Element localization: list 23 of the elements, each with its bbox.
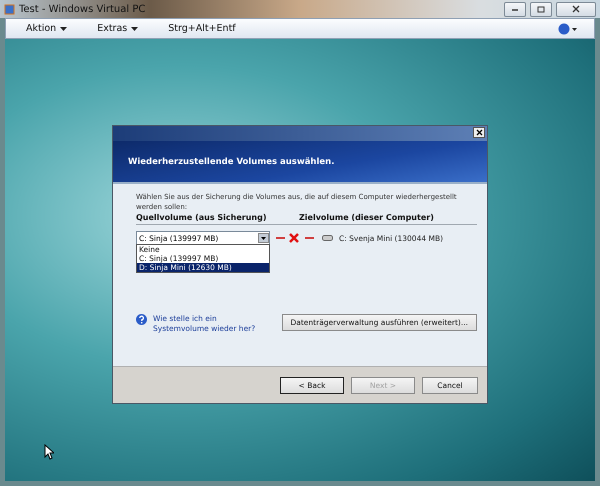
app-icon: [4, 4, 15, 14]
window-title: Test - Windows Virtual PC: [19, 4, 146, 14]
close-button[interactable]: [473, 127, 485, 138]
menu-item[interactable]: Aktion: [22, 23, 72, 34]
mouse-cursor-icon: [44, 444, 54, 460]
maximize-button[interactable]: [530, 2, 552, 16]
close-button[interactable]: [556, 2, 596, 16]
dropdown-arrow-button[interactable]: [258, 233, 269, 243]
caret-icon: [131, 26, 138, 30]
drive-icon: [322, 235, 333, 241]
menu-item[interactable]: Extras: [93, 23, 142, 34]
caret-icon: [60, 26, 68, 30]
column-header: Quellvolume (aus Sicherung): [136, 213, 268, 222]
column-header: Zielvolume (dieser Computer): [299, 213, 435, 222]
not-connected-icon: [276, 233, 316, 243]
close-icon: [572, 5, 580, 13]
help-icon[interactable]: [558, 22, 578, 34]
help-icon: [136, 314, 147, 325]
close-icon: [476, 129, 482, 136]
menu-item[interactable]: Strg+Alt+Entf: [164, 23, 240, 34]
caret-icon: [261, 236, 266, 240]
dialog-heading: Wiederherzustellende Volumes auswählen.: [128, 156, 334, 166]
maximize-icon: [537, 6, 545, 12]
